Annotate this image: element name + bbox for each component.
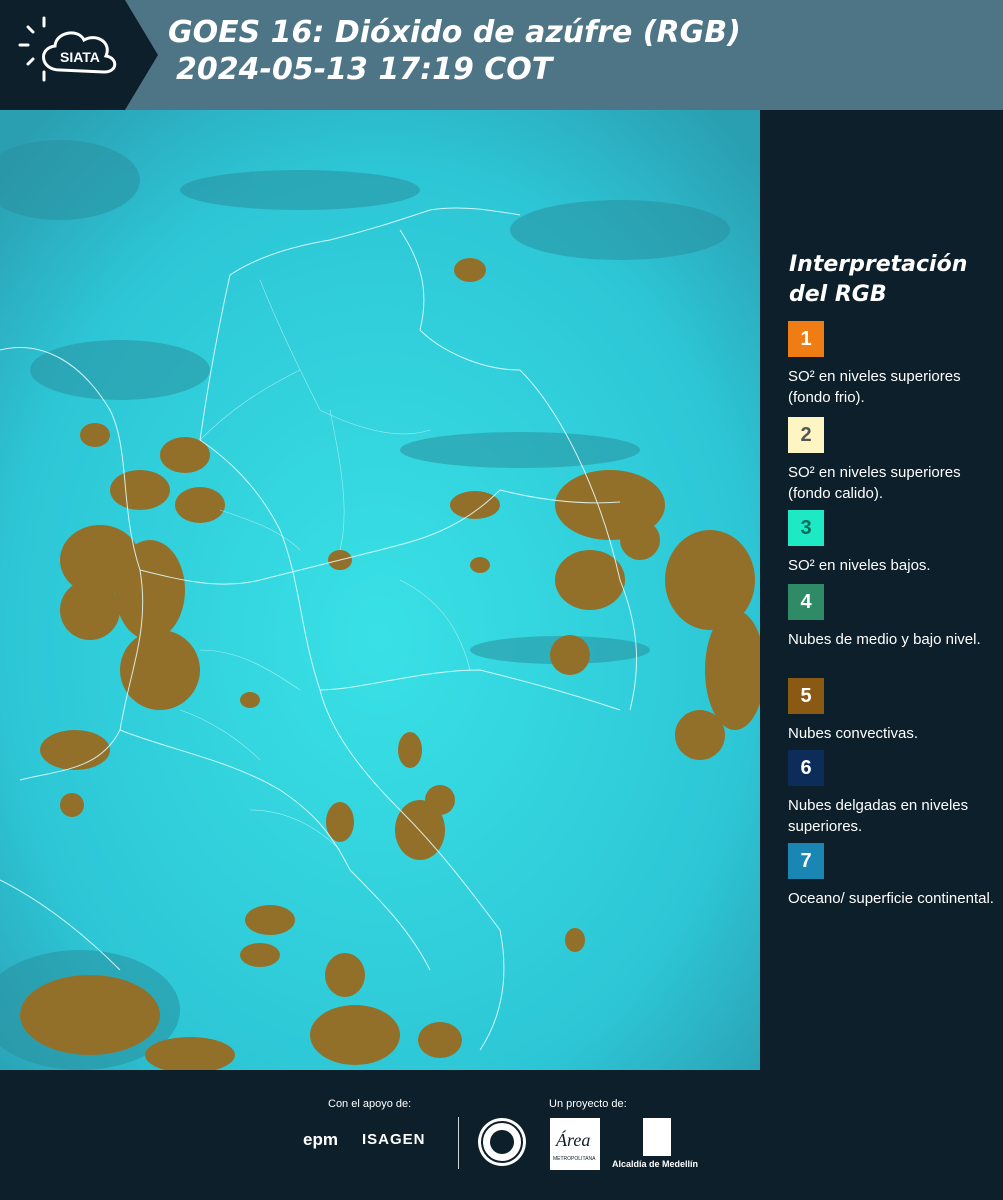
legend-panel: Interpretación del RGB 1 SO² en niveles …: [760, 110, 1003, 1070]
legend-text-1: SO² en niveles superiores (fondo frio).: [788, 368, 961, 406]
alcaldia-label: Alcaldía de Medellín: [612, 1159, 699, 1169]
legend-text-7: Oceano/ superficie continental.: [788, 890, 994, 907]
legend-item-4: 4 Nubes de medio y bajo nivel.: [788, 584, 998, 650]
legend-title-line-1: Interpretación: [789, 252, 968, 277]
legend-item-6: 6 Nubes delgadas en niveles superiores.: [788, 750, 998, 837]
legend-item-7: 7 Oceano/ superficie continental.: [788, 843, 998, 909]
legend-item-3: 3 SO² en niveles bajos.: [788, 510, 998, 576]
legend-text-3: SO² en niveles bajos.: [788, 557, 931, 574]
siata-logo: SIATA: [0, 0, 158, 110]
title-line-2: 2024-05-13 17:19 COT: [176, 52, 553, 87]
medellin-seal-logo: [478, 1118, 526, 1166]
legend-title: Interpretación del RGB: [789, 250, 967, 310]
legend-text-5: Nubes convectivas.: [788, 725, 919, 742]
legend-swatch-5: 5: [788, 678, 824, 714]
header-bar: SIATA GOES 16: Dióxido de azúfre (RGB) 2…: [0, 0, 1003, 110]
isagen-logo: ISAGEN: [362, 1131, 426, 1148]
legend-swatch-2: 2: [788, 417, 824, 453]
title-line-1: GOES 16: Dióxido de azúfre (RGB): [168, 15, 741, 50]
legend-swatch-4: 4: [788, 584, 824, 620]
area-metropolitana-logo: Área METROPOLITANA: [550, 1118, 600, 1170]
support-label: Con el apoyo de:: [328, 1098, 412, 1110]
legend-text-6: Nubes delgadas en niveles superiores.: [788, 797, 969, 835]
siata-logo-text: SIATA: [60, 49, 100, 65]
legend-item-2: 2 SO² en niveles superiores (fondo calid…: [788, 417, 998, 504]
svg-text:Área: Área: [555, 1129, 590, 1150]
footer: Con el apoyo de: Un proyecto de: epm ISA…: [0, 1070, 1003, 1200]
alcaldia-shield-logo: [643, 1118, 671, 1156]
legend-swatch-1: 1: [788, 321, 824, 357]
epm-logo: epm: [303, 1130, 338, 1149]
legend-swatch-7: 7: [788, 843, 824, 879]
legend-text-2: SO² en niveles superiores (fondo calido)…: [788, 464, 961, 502]
legend-item-5: 5 Nubes convectivas.: [788, 678, 998, 744]
page-title: GOES 16: Dióxido de azúfre (RGB) 2024-05…: [168, 14, 741, 88]
legend-text-4: Nubes de medio y bajo nivel.: [788, 631, 981, 648]
svg-text:METROPOLITANA: METROPOLITANA: [553, 1156, 596, 1162]
legend-swatch-3: 3: [788, 510, 824, 546]
footer-divider: [458, 1117, 459, 1169]
legend-swatch-6: 6: [788, 750, 824, 786]
project-label: Un proyecto de:: [549, 1098, 627, 1110]
satellite-map: [0, 110, 760, 1070]
legend-item-1: 1 SO² en niveles superiores (fondo frio)…: [788, 321, 998, 408]
legend-title-line-2: del RGB: [789, 282, 887, 307]
